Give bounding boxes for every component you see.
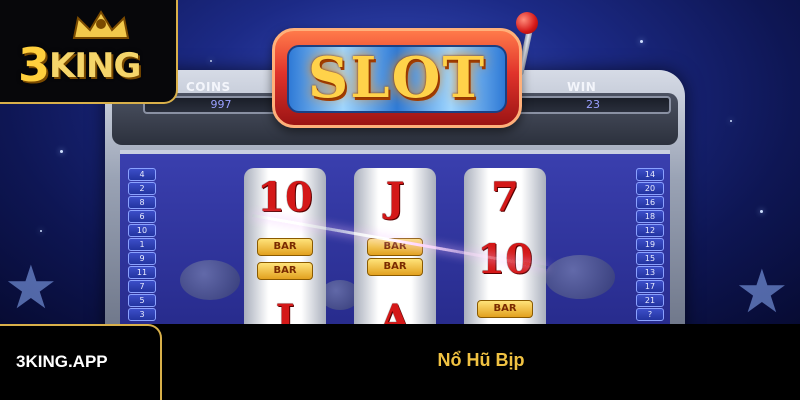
- payline-indicator: 10: [128, 224, 156, 237]
- slot-sign: SLOT: [272, 28, 522, 128]
- logo-number: 3: [18, 38, 50, 92]
- bar-symbol: BAR: [257, 238, 313, 256]
- payline-indicator: 20: [636, 182, 664, 195]
- logo-text: 3KING: [18, 38, 141, 92]
- coin-stack: [545, 255, 615, 299]
- payline-indicator: 3: [128, 308, 156, 321]
- article-title: Nổ Hũ Bịp: [437, 350, 525, 370]
- caption-bar: 3KING.APP Nổ Hũ Bịp: [0, 324, 800, 400]
- slot-sign-text: SLOT: [307, 45, 487, 111]
- payline-indicator: 4: [128, 168, 156, 181]
- reel-symbol: J: [275, 296, 295, 324]
- payline-indicator: 12: [636, 224, 664, 237]
- bar-symbol: BAR: [477, 300, 533, 318]
- bar-symbol: BAR: [257, 262, 313, 280]
- payline-indicator: 9: [128, 252, 156, 265]
- reel-symbol: 7: [491, 174, 519, 221]
- payline-indicator: 17: [636, 280, 664, 293]
- payline-indicator: 18: [636, 210, 664, 223]
- sparkle: [760, 210, 763, 213]
- reel-3: 7 10 BAR: [464, 168, 546, 324]
- brand-logo[interactable]: 3KING: [0, 0, 178, 104]
- logo-word: KING: [49, 46, 141, 86]
- payline-indicator: 16: [636, 196, 664, 209]
- reel-symbol: A: [379, 296, 411, 324]
- sparkle: [730, 120, 732, 122]
- payline-indicator: ?: [636, 308, 664, 321]
- star-icon: ★: [735, 257, 789, 324]
- reel-1: 10 BAR BAR J: [244, 168, 326, 324]
- payline-indicator: 6: [128, 210, 156, 223]
- site-url[interactable]: 3KING.APP: [16, 352, 108, 372]
- site-tag: 3KING.APP: [0, 324, 162, 400]
- bar-symbol: BAR: [367, 258, 423, 276]
- payline-indicator: 8: [128, 196, 156, 209]
- payline-indicator: 21: [636, 294, 664, 307]
- payline-indicator: 15: [636, 252, 664, 265]
- win-label: WIN: [567, 80, 597, 94]
- payline-indicator: 2: [128, 182, 156, 195]
- star-icon: ★: [4, 253, 58, 323]
- win-value: 23: [515, 96, 671, 114]
- sparkle: [60, 150, 63, 153]
- coins-label: COINS: [186, 80, 231, 94]
- left-payline-indicators: 4 2 8 6 10 1 9 11 7 5 3: [128, 168, 156, 322]
- payline-indicator: 19: [636, 238, 664, 251]
- payline-indicator: 1: [128, 238, 156, 251]
- payline-indicator: 5: [128, 294, 156, 307]
- right-payline-indicators: 14 20 16 18 12 19 15 13 17 21?: [636, 168, 664, 322]
- sparkle: [40, 230, 42, 232]
- payline-indicator: 14: [636, 168, 664, 181]
- payline-indicator: 13: [636, 266, 664, 279]
- sparkle: [210, 60, 212, 62]
- reel-symbol: J: [385, 174, 405, 221]
- lever-knob-icon: [516, 12, 538, 34]
- payline-indicator: 7: [128, 280, 156, 293]
- payline-indicator: 11: [128, 266, 156, 279]
- crown-icon: [72, 10, 130, 39]
- coin-stack: [180, 260, 240, 300]
- sparkle: [640, 40, 643, 43]
